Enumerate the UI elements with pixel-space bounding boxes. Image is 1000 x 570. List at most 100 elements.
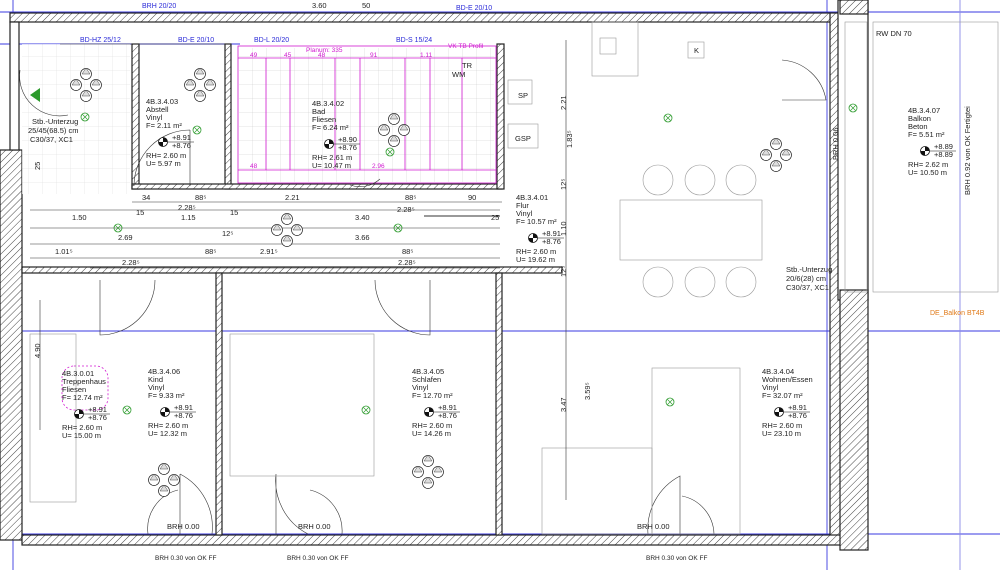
dim: 2.28⁵ (178, 203, 196, 212)
dim: 88⁵ (205, 247, 216, 256)
tr-label: TR (462, 61, 473, 70)
stb-right-l1: Stb.-Unterzug (786, 265, 832, 274)
brh030-b: BRH 0.30 von OK FF (287, 555, 348, 562)
section-marker-icon (760, 137, 792, 172)
brh-balkon-label: BRH 0.92 von OK Fertigtei (963, 106, 972, 195)
room-area: F= 10.57 m² (516, 217, 557, 226)
brh000-b: BRH 0.00 (298, 522, 331, 531)
dim: 15 (230, 208, 238, 217)
room-elev-bot: +8.76 (174, 411, 193, 420)
section-marker-icon (148, 462, 180, 497)
dim: 2.91⁵ (260, 247, 278, 256)
dim: 49 (250, 52, 258, 59)
dim: 3.59⁵ (583, 382, 592, 400)
room-perimeter: U= 14.26 m (412, 429, 451, 438)
dim: 12⁵ (222, 229, 233, 238)
section-marker-icon (271, 212, 303, 247)
dim: 34 (142, 193, 150, 202)
dim: 3.60 (312, 1, 327, 10)
room-center-icon (361, 405, 371, 415)
room-perimeter: U= 19.62 m (516, 255, 555, 264)
dim: 3.47 (559, 397, 568, 412)
room-elev-bot: +8.76 (88, 413, 107, 422)
dim: 25 (33, 162, 42, 170)
dim: 50 (362, 1, 370, 10)
brh000-a: BRH 0.00 (167, 522, 200, 531)
stb-left-l2: 25/45(68.5) cm (28, 126, 78, 135)
k-label: K (694, 46, 699, 55)
dim: 1.83⁵ (565, 130, 574, 148)
room-elev-bot: +8.76 (788, 411, 807, 420)
dim: 12⁵ (559, 179, 568, 190)
dim: 91 (370, 52, 378, 59)
bds-label: BD-S 15/24 (396, 37, 432, 44)
room-perimeter: U= 15.00 m (62, 431, 101, 440)
room-area: F= 5.51 m² (908, 130, 945, 139)
room-stamp: 4B.3.0.01TreppenhausFliesenF= 12.74 m²+8… (62, 369, 110, 440)
dim: 2.28⁵ (122, 258, 140, 267)
dim: 2.28⁵ (398, 258, 416, 267)
rw-label: RW DN 70 (876, 29, 912, 38)
dim: 3.66 (355, 233, 370, 242)
dim: 48 (318, 52, 326, 59)
room-area: F= 2.11 m² (146, 121, 182, 130)
bde-label: BD-E 20/10 (178, 37, 214, 44)
dim: 15 (136, 208, 144, 217)
dim: 1.15 (181, 213, 196, 222)
floor-plan: BRH 20/20 BD-HZ 25/12 BD-E 20/10 BD-L 20… (0, 0, 1000, 570)
room-center-icon (663, 113, 673, 123)
vk-tb-label: VK TB Profil (448, 43, 484, 50)
room-stamp: 4B.3.4.05SchlafenVinylF= 12.70 m²+8.91+8… (412, 367, 460, 438)
section-marker-icon (412, 454, 444, 489)
room-area: F= 6.24 m² (312, 123, 349, 132)
brh030-c: BRH 0.30 von OK FF (646, 555, 707, 562)
stb-left-l3: C30/37, XC1 (30, 135, 73, 144)
room-area: F= 12.74 m² (62, 393, 103, 402)
room-perimeter: U= 10.50 m (908, 168, 947, 177)
room-area: F= 9.33 m² (148, 391, 185, 400)
room-perimeter: U= 5.97 m (146, 159, 181, 168)
room-area: F= 32.07 m² (762, 391, 803, 400)
room-stamp: 4B.3.4.04Wohnen/EssenVinylF= 32.07 m²+8.… (762, 367, 813, 438)
dim: 2.69 (118, 233, 133, 242)
wm-label: WM (452, 70, 465, 79)
bdl-label: BD-L 20/20 (254, 37, 289, 44)
dim: 2.21 (285, 193, 300, 202)
stb-right-l3: C30/37, XC1 (786, 283, 829, 292)
gsp-label: GSP (515, 134, 531, 143)
room-elev-bot: +8.76 (438, 411, 457, 420)
room-stamp: 4B.3.4.07BalkonBetonF= 5.51 m²+8.89+8.89… (908, 106, 956, 177)
dim: 3.40 (355, 213, 370, 222)
dim: 25 (491, 213, 499, 222)
brh000-c: BRH 0.00 (637, 522, 670, 531)
room-elev-bot: +8.76 (172, 141, 191, 150)
bde2-label: BD-E 20/10 (456, 5, 492, 12)
dim: 1.01⁵ (55, 247, 73, 256)
brh030-a: BRH 0.30 von OK FF (155, 555, 216, 562)
room-perimeter: U= 23.10 m (762, 429, 801, 438)
room-stamp: 4B.3.4.01FlurVinylF= 10.57 m²+8.91+8.76R… (516, 193, 564, 264)
bath-tiles (239, 48, 494, 182)
dim: 12⁵ (559, 266, 568, 277)
dim: 88⁵ (402, 247, 413, 256)
dim: 2.96 (372, 163, 385, 170)
room-center-icon (192, 125, 202, 135)
brh-balkon2-label: BRH 0.06 (831, 127, 840, 160)
dim: 90 (468, 193, 476, 202)
dim: 2.21 (559, 95, 568, 110)
dim: 88⁵ (405, 193, 416, 202)
stb-left-l1: Stb.-Unterzug (32, 117, 78, 126)
bdhz-label: BD-HZ 25/12 (80, 37, 121, 44)
room-perimeter: U= 12.32 m (148, 429, 187, 438)
room-elev-bot: +8.76 (542, 237, 561, 246)
room-elev-bot: +8.76 (338, 143, 357, 152)
dim: 4.90 (33, 343, 42, 358)
room-perimeter: U= 10.47 m (312, 161, 351, 170)
room-center-icon (122, 405, 132, 415)
dim: 1.11 (420, 52, 433, 59)
room-stamp: 4B.3.4.03AbstellVinylF= 2.11 m²+8.91+8.7… (146, 97, 194, 168)
room-elev-bot: +8.89 (934, 150, 953, 159)
dim: 48 (250, 163, 258, 170)
section-marker-icon (184, 67, 216, 102)
room-center-icon (665, 397, 675, 407)
